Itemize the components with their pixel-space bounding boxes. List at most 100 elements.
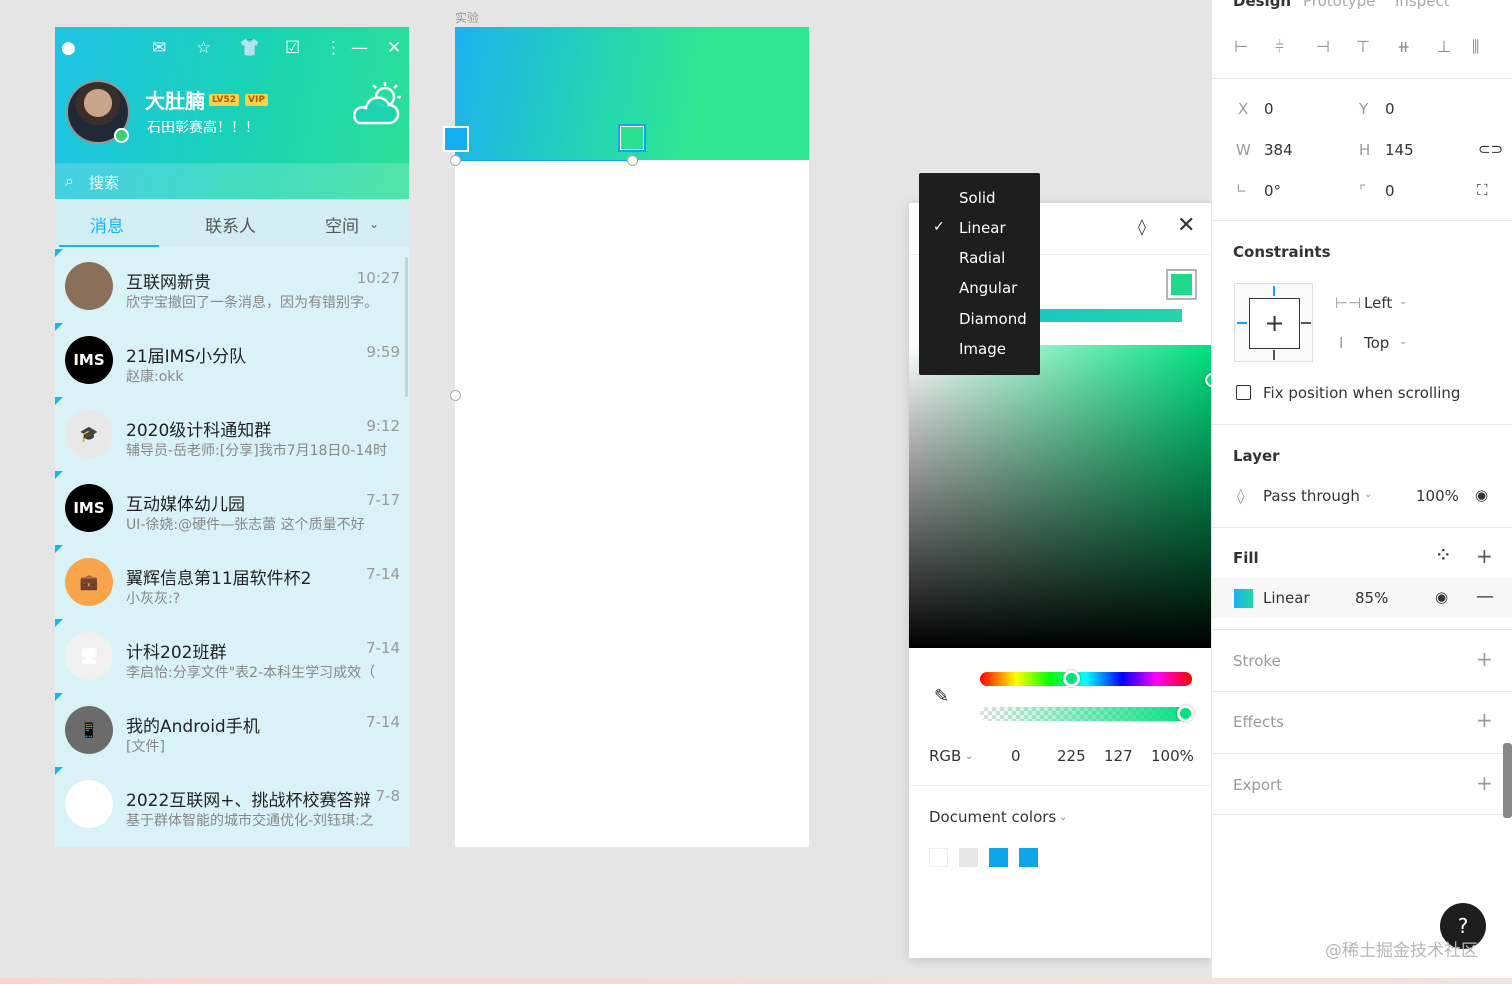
fix-position-checkbox[interactable]: [1236, 385, 1251, 400]
gradient-bar[interactable]: [1029, 309, 1182, 322]
chat-avatar[interactable]: IMS: [65, 484, 113, 532]
chat-avatar[interactable]: 💼: [65, 558, 113, 606]
chat-item[interactable]: 🖥 计科202班群 李启怡:分享文件"表2-本科生学习成效（ 7-14: [55, 619, 409, 693]
x-input[interactable]: 0: [1264, 100, 1274, 118]
document-colors-label[interactable]: Document colors: [929, 808, 1056, 826]
align-middle-icon[interactable]: ⧺: [1397, 37, 1410, 56]
qq-search-bar[interactable]: ⌕ 搜索: [55, 163, 409, 199]
align-bottom-icon[interactable]: ⊥: [1437, 37, 1451, 56]
chat-avatar[interactable]: 📱: [65, 706, 113, 754]
remove-fill-icon[interactable]: —: [1476, 586, 1494, 607]
align-right-icon[interactable]: ⊣: [1316, 37, 1330, 56]
document-color-swatch[interactable]: [1019, 848, 1038, 867]
checklist-icon[interactable]: ☑: [285, 38, 300, 58]
green-value[interactable]: 225: [1057, 747, 1086, 765]
chat-item[interactable]: IMS 21届IMS小分队 赵康:okk 9:59: [55, 323, 409, 397]
minimize-icon[interactable]: —: [351, 38, 368, 58]
color-mode-select[interactable]: RGB: [929, 747, 961, 765]
chat-scrollbar[interactable]: [405, 257, 408, 397]
alpha-slider[interactable]: [980, 707, 1192, 721]
h-input[interactable]: 145: [1385, 141, 1414, 159]
align-top-icon[interactable]: ⊤: [1356, 37, 1370, 56]
menu-item-radial[interactable]: Radial: [959, 249, 1005, 267]
resize-handle[interactable]: [450, 155, 461, 166]
chat-item[interactable]: 互联网新贵 欣宇宝撤回了一条消息，因为有错别字。 10:27: [55, 249, 409, 323]
constraint-widget[interactable]: +: [1234, 283, 1313, 362]
gradient-bar-stop[interactable]: [1166, 269, 1197, 300]
eyedropper-icon[interactable]: ✎: [934, 686, 949, 707]
add-export-icon[interactable]: +: [1476, 771, 1493, 795]
more-icon[interactable]: ⋮: [325, 38, 342, 58]
saturation-value-area[interactable]: [909, 345, 1212, 648]
shirt-icon[interactable]: 👕: [239, 38, 260, 58]
close-icon[interactable]: ✕: [1177, 213, 1195, 238]
chat-avatar[interactable]: [65, 262, 113, 310]
gradient-width-handle[interactable]: [450, 390, 461, 401]
document-color-swatch[interactable]: [989, 848, 1008, 867]
add-fill-icon[interactable]: +: [1476, 544, 1493, 568]
align-left-icon[interactable]: ⊢: [1234, 37, 1248, 56]
chat-item[interactable]: 💼 翼辉信息第11届软件杯2 小灰灰:? 7-14: [55, 545, 409, 619]
style-grid-icon[interactable]: ⁘: [1437, 546, 1450, 564]
blend-drop-icon[interactable]: ◊: [1138, 217, 1146, 236]
w-input[interactable]: 384: [1264, 141, 1293, 159]
tab-messages[interactable]: 消息: [90, 212, 124, 237]
constraint-bottom-line[interactable]: [1273, 350, 1275, 360]
tab-prototype[interactable]: Prototype: [1303, 0, 1375, 10]
weather-icon[interactable]: [347, 79, 405, 129]
alpha-knob[interactable]: [1177, 705, 1194, 722]
horizontal-constraint-select[interactable]: Left: [1364, 294, 1392, 312]
alpha-value[interactable]: 100%: [1151, 747, 1194, 765]
chat-item[interactable]: 2022互联网+、挑战杯校赛答辩 基于群体智能的城市交通优化-刘钰琪:之 7-8: [55, 767, 409, 841]
chat-item[interactable]: 📱 我的Android手机 [文件] 7-14: [55, 693, 409, 767]
y-input[interactable]: 0: [1385, 100, 1395, 118]
blue-value[interactable]: 127: [1104, 747, 1133, 765]
add-effect-icon[interactable]: +: [1476, 708, 1493, 732]
align-center-h-icon[interactable]: ⫩: [1275, 37, 1284, 57]
tab-space[interactable]: 空间: [325, 212, 359, 237]
fill-row[interactable]: Linear 85% ◉ —: [1212, 578, 1512, 618]
tab-inspect[interactable]: Inspect: [1395, 0, 1450, 10]
star-icon[interactable]: ☆: [196, 38, 211, 58]
add-stroke-icon[interactable]: +: [1476, 647, 1493, 671]
close-icon[interactable]: ✕: [387, 38, 401, 58]
menu-item-solid[interactable]: Solid: [959, 189, 996, 207]
chat-avatar[interactable]: [65, 780, 113, 828]
chat-avatar[interactable]: IMS: [65, 336, 113, 384]
signature[interactable]: 石田彰赛高！！！: [147, 117, 259, 137]
mail-icon[interactable]: ✉: [152, 38, 166, 58]
independent-corners-icon[interactable]: ⛶: [1477, 181, 1488, 199]
fill-opacity-input[interactable]: 85%: [1355, 589, 1388, 607]
constrain-proportions-icon[interactable]: ⊂⊃: [1478, 140, 1503, 158]
menu-item-angular[interactable]: Angular: [959, 279, 1017, 297]
fill-swatch[interactable]: [1234, 589, 1253, 608]
hue-slider[interactable]: [980, 672, 1192, 686]
eye-icon[interactable]: ◉: [1475, 486, 1488, 504]
document-color-swatch[interactable]: [929, 848, 948, 867]
menu-item-diamond[interactable]: Diamond: [959, 310, 1027, 328]
layer-opacity-input[interactable]: 100%: [1416, 487, 1459, 505]
hue-knob[interactable]: [1063, 670, 1080, 687]
rotation-input[interactable]: 0°: [1264, 182, 1281, 200]
menu-item-image[interactable]: Image: [959, 340, 1006, 358]
gradient-stop-start[interactable]: [443, 126, 469, 152]
chat-item[interactable]: IMS 互动媒体幼儿园 UI-徐娆:@硬件—张志蕾 这个质量不好 7-17: [55, 471, 409, 545]
eye-icon[interactable]: ◉: [1435, 588, 1448, 606]
chat-avatar[interactable]: 🖥: [65, 632, 113, 680]
chat-avatar[interactable]: 🎓: [65, 410, 113, 458]
constraint-right-line[interactable]: [1301, 322, 1311, 324]
menu-item-linear[interactable]: Linear: [959, 219, 1006, 237]
gradient-stop-end[interactable]: [618, 124, 646, 152]
frame-label[interactable]: 实验: [455, 9, 479, 26]
fill-type[interactable]: Linear: [1263, 589, 1310, 607]
tab-design[interactable]: Design: [1233, 0, 1291, 10]
chat-item[interactable]: 🎓 2020级计科通知群 辅导员-岳老师:[分享]我市7月18日0-14时 9:12: [55, 397, 409, 471]
resize-handle[interactable]: [627, 155, 638, 166]
constraint-left-line[interactable]: [1237, 322, 1247, 324]
tab-contacts[interactable]: 联系人: [205, 212, 256, 237]
red-value[interactable]: 0: [1011, 747, 1021, 765]
document-color-swatch[interactable]: [959, 848, 978, 867]
vertical-constraint-select[interactable]: Top: [1364, 334, 1389, 352]
distribute-icon[interactable]: ⫼: [1472, 37, 1479, 57]
blend-mode-select[interactable]: Pass through: [1263, 487, 1360, 505]
